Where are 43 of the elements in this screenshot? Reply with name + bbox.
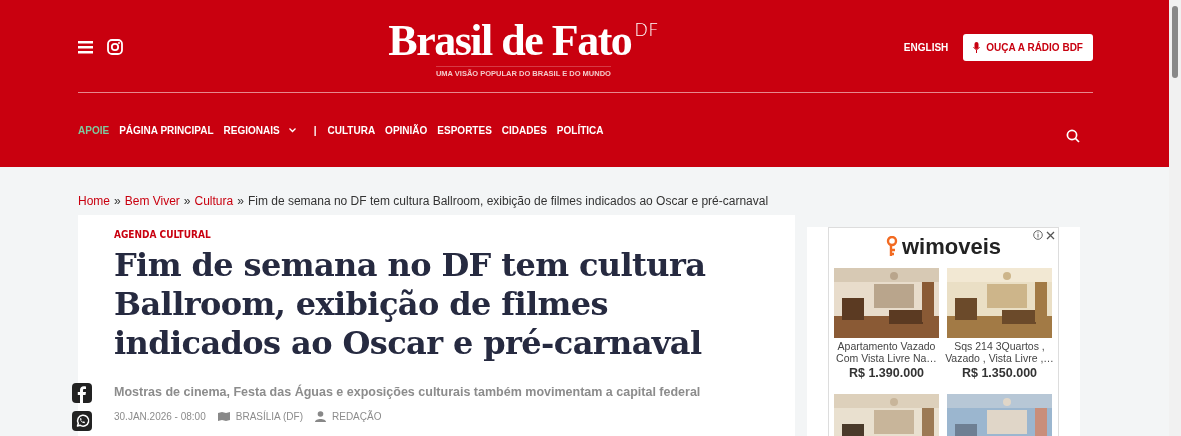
chevron-down-icon bbox=[288, 127, 296, 133]
nav-link[interactable]: OPINIÃO bbox=[385, 124, 428, 136]
person-icon bbox=[315, 411, 326, 422]
article-headline: Fim de semana no DF tem cultura Ballroom, exibição de filmes indicados ao Oscar e pré-carnaval bbox=[114, 246, 707, 363]
breadcrumb-current: Fim de semana no DF tem cultura Ballroom, exibição de filmes indicados ao Oscar e pré-carnaval bbox=[247, 194, 769, 210]
support-link[interactable]: APOIE bbox=[78, 124, 110, 136]
breadcrumb-link[interactable]: Home bbox=[78, 194, 110, 215]
info-icon[interactable] bbox=[1033, 230, 1043, 240]
listing-price: R$ 1.390.000 bbox=[848, 366, 925, 380]
microphone-icon bbox=[973, 42, 981, 53]
language-link[interactable]: ENGLISH bbox=[903, 42, 949, 53]
close-icon[interactable] bbox=[1046, 231, 1055, 240]
nav-separator: | bbox=[313, 124, 317, 136]
map-icon bbox=[217, 412, 230, 421]
brand-logo[interactable]: wimoveis bbox=[901, 234, 1001, 260]
search-icon[interactable] bbox=[1066, 129, 1080, 143]
publish-date: 30.JAN.2026 - 08:00 bbox=[114, 411, 206, 422]
article-category[interactable]: AGENDA CULTURAL bbox=[114, 229, 759, 240]
breadcrumb-separator: » bbox=[183, 194, 191, 210]
nav-link[interactable]: CULTURA bbox=[327, 124, 376, 136]
location-label: BRASÍLIA (DF) bbox=[235, 411, 303, 422]
site-logo[interactable]: Brasil de Fato bbox=[388, 20, 632, 62]
nav-link[interactable]: PÁGINA PRINCIPAL bbox=[119, 124, 214, 136]
listing-price: R$ 1.350.000 bbox=[961, 366, 1038, 380]
nav-link[interactable]: POLÍTICA bbox=[556, 124, 604, 136]
breadcrumb-link[interactable]: Cultura bbox=[194, 194, 234, 215]
menu-icon[interactable] bbox=[78, 40, 93, 54]
breadcrumb-link[interactable]: Bem Viver bbox=[124, 194, 180, 215]
scrollbar[interactable] bbox=[1169, 0, 1181, 436]
author-label: REDAÇÃO bbox=[332, 411, 382, 422]
nav-dropdown[interactable]: REGIONAIS bbox=[223, 124, 296, 136]
breadcrumb-separator: » bbox=[114, 194, 121, 210]
nav-link[interactable]: CIDADES bbox=[501, 124, 547, 136]
article-subtitle: Mostras de cinema, Festa das Águas e exposições culturais também movimentam a capital federal bbox=[114, 385, 702, 399]
key-icon bbox=[885, 236, 898, 258]
breadcrumb-separator: » bbox=[237, 194, 244, 210]
nav-link[interactable]: ESPORTES bbox=[437, 124, 492, 136]
facebook-icon[interactable] bbox=[72, 383, 92, 403]
radio-button[interactable]: OUÇA A RÁDIO BDF bbox=[963, 34, 1093, 61]
scrollbar-thumb[interactable] bbox=[1172, 6, 1178, 78]
whatsapp-icon[interactable] bbox=[72, 411, 92, 431]
edition-label: DF bbox=[634, 20, 659, 40]
instagram-icon[interactable] bbox=[107, 39, 123, 55]
